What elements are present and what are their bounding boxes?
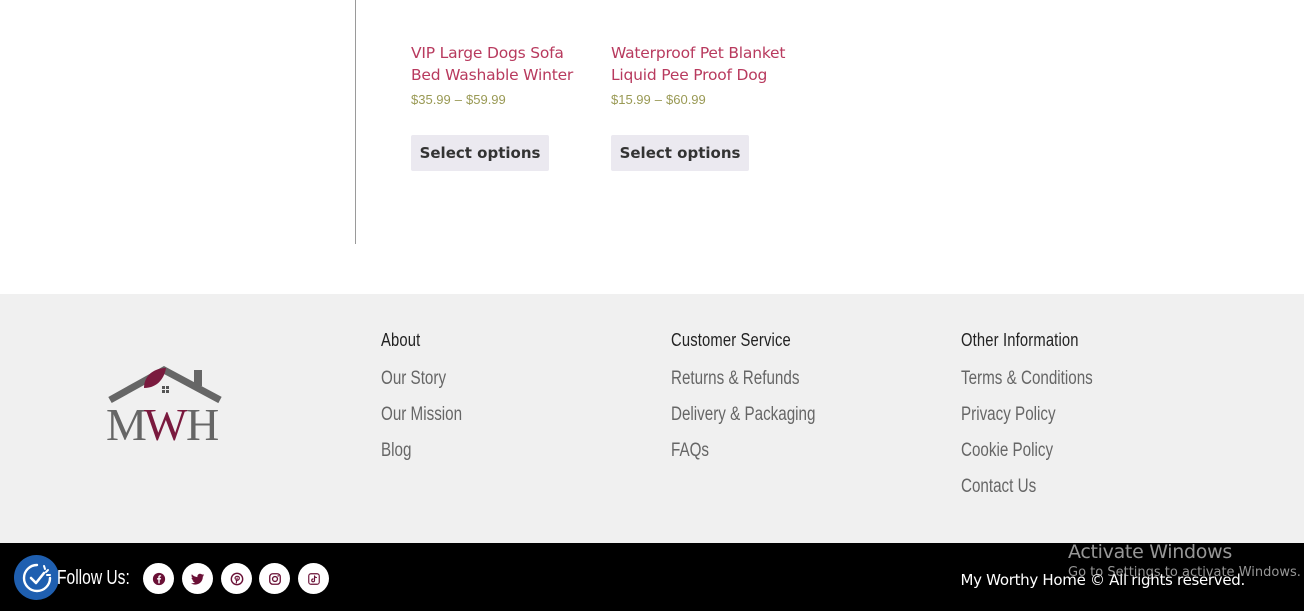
product-price: $15.99– $60.99 xyxy=(611,92,791,107)
footer-heading: Other Information xyxy=(961,330,1079,350)
price-separator: – xyxy=(654,92,662,107)
site-footer: M W H About Our Story Our Mission Blog C… xyxy=(0,294,1304,543)
select-options-button[interactable]: Select options xyxy=(611,135,749,171)
product-title-link[interactable]: VIP Large Dogs Sofa Bed Washable Winter xyxy=(411,42,591,86)
footer-link-contact-us[interactable]: Contact Us xyxy=(961,475,1036,499)
footer-link-faqs[interactable]: FAQs xyxy=(671,439,709,463)
footer-link-cookie-policy[interactable]: Cookie Policy xyxy=(961,439,1053,463)
site-logo[interactable]: M W H xyxy=(104,366,228,450)
footer-link-delivery-packaging[interactable]: Delivery & Packaging xyxy=(671,403,815,427)
footer-link-terms-conditions[interactable]: Terms & Conditions xyxy=(961,367,1093,391)
cookie-consent-badge[interactable] xyxy=(14,555,59,600)
footer-heading: About xyxy=(381,330,421,350)
svg-text:W: W xyxy=(144,399,188,442)
footer-column-about: About Our Story Our Mission Blog xyxy=(381,330,482,475)
price-min: $35.99 xyxy=(411,92,451,107)
facebook-icon[interactable] xyxy=(143,563,174,594)
footer-link-privacy-policy[interactable]: Privacy Policy xyxy=(961,403,1056,427)
footer-column-customer-service: Customer Service Returns & Refunds Deliv… xyxy=(671,330,852,475)
price-max: $59.99 xyxy=(466,92,506,107)
footer-link-our-story[interactable]: Our Story xyxy=(381,367,446,391)
tiktok-icon[interactable] xyxy=(298,563,329,594)
sidebar-divider xyxy=(355,0,356,244)
footer-link-our-mission[interactable]: Our Mission xyxy=(381,403,462,427)
instagram-icon[interactable] xyxy=(259,563,290,594)
product-title-link[interactable]: Waterproof Pet Blanket Liquid Pee Proof … xyxy=(611,42,791,86)
product-grid-section: VIP Large Dogs Sofa Bed Washable Winter … xyxy=(0,0,1304,294)
price-max: $60.99 xyxy=(666,92,706,107)
select-options-button[interactable]: Select options xyxy=(411,135,549,171)
follow-us-label: Follow Us: xyxy=(57,567,130,589)
footer-link-blog[interactable]: Blog xyxy=(381,439,411,463)
price-min: $15.99 xyxy=(611,92,651,107)
product-price: $35.99– $59.99 xyxy=(411,92,591,107)
pinterest-icon[interactable] xyxy=(221,563,252,594)
footer-heading: Customer Service xyxy=(671,330,791,350)
copyright-text: My Worthy Home © All rights reserved. xyxy=(960,571,1245,589)
product-card: VIP Large Dogs Sofa Bed Washable Winter … xyxy=(411,42,591,171)
footer-bottom-bar: Follow Us: My Worthy Home © All rights r… xyxy=(0,543,1304,611)
footer-column-other-information: Other Information Terms & Conditions Pri… xyxy=(961,330,1126,511)
footer-link-returns-refunds[interactable]: Returns & Refunds xyxy=(671,367,799,391)
svg-text:M: M xyxy=(106,399,146,442)
price-separator: – xyxy=(454,92,462,107)
cookie-settings-icon xyxy=(22,563,51,592)
product-card: Waterproof Pet Blanket Liquid Pee Proof … xyxy=(611,42,791,171)
twitter-icon[interactable] xyxy=(182,563,213,594)
logo-mark: M W H xyxy=(106,366,222,450)
svg-text:H: H xyxy=(186,399,218,442)
